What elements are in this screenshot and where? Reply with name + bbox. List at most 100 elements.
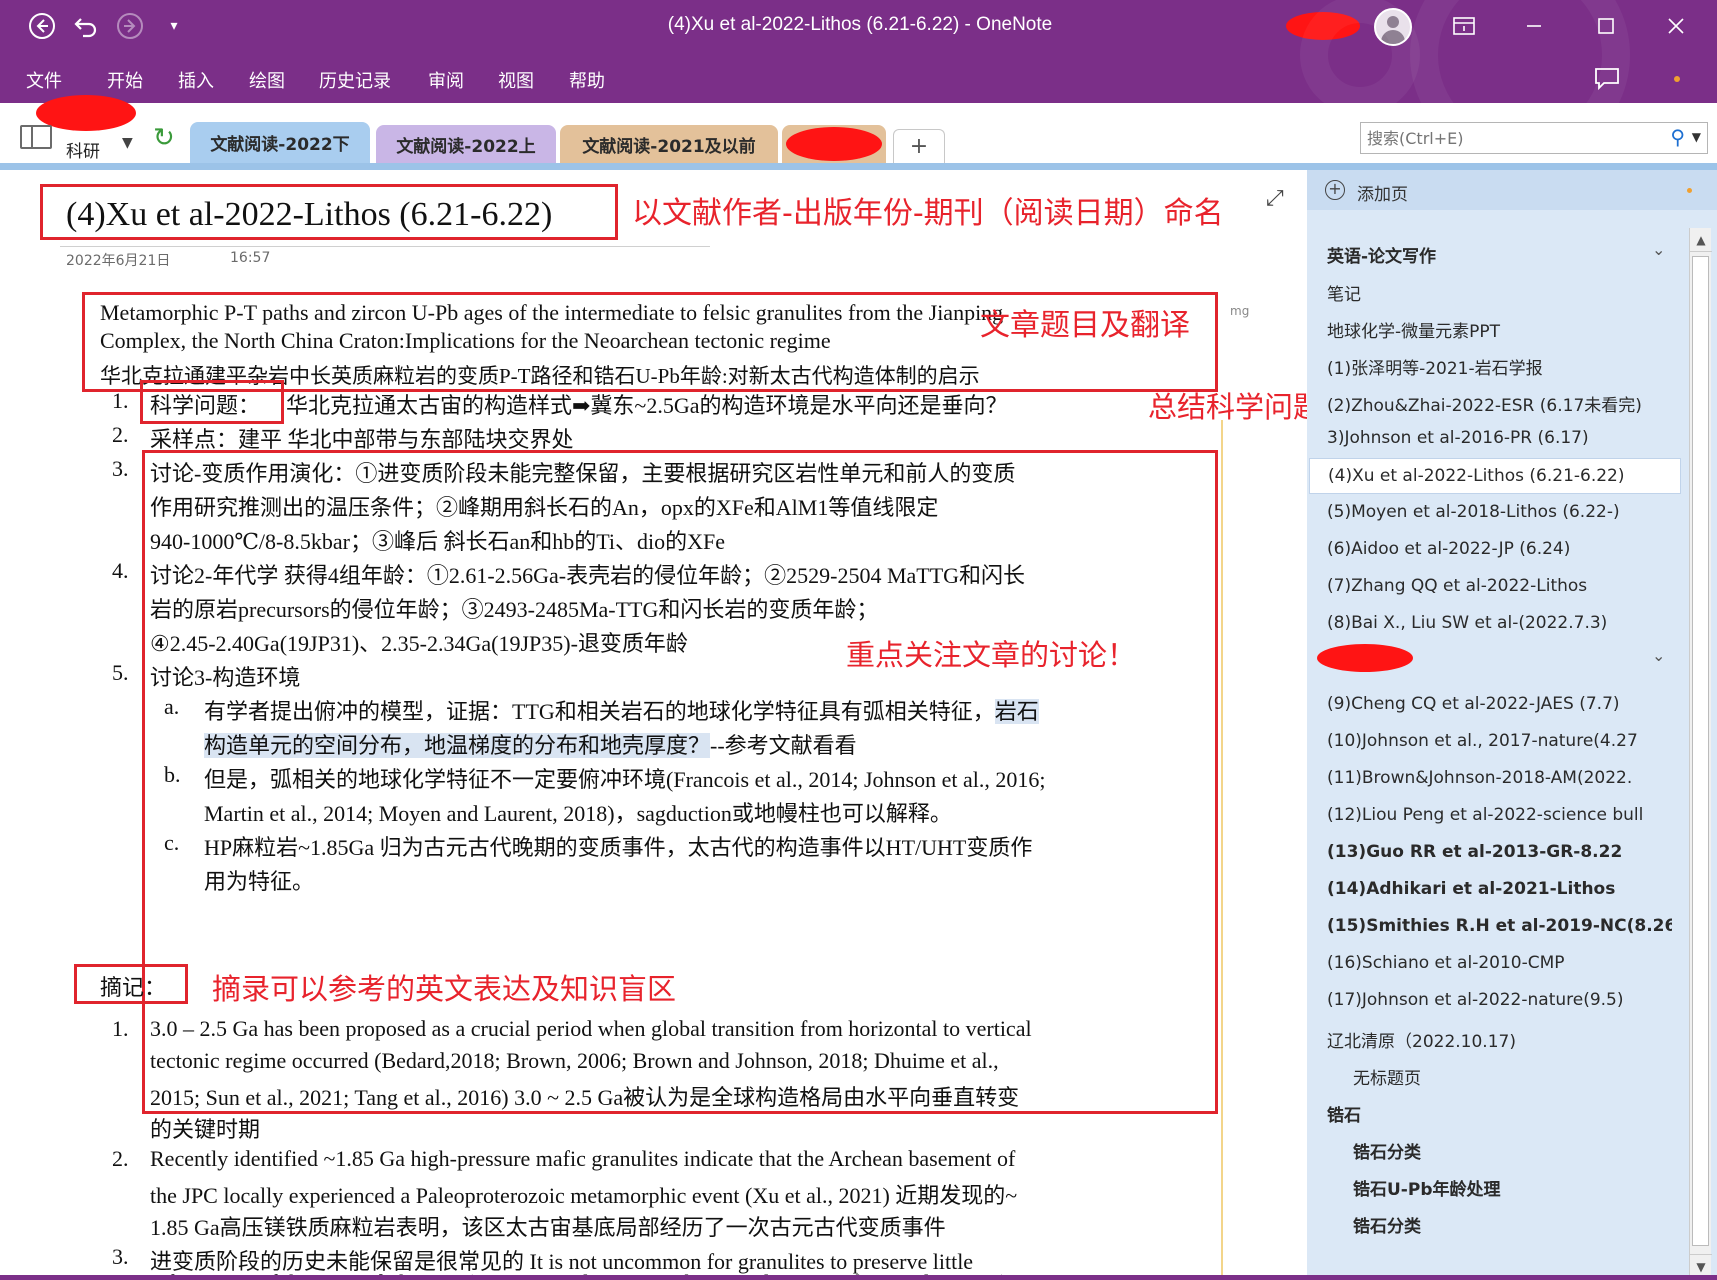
page-item[interactable]: 锆石 bbox=[1327, 1101, 1672, 1126]
item-question-label[interactable]: 科学问题： bbox=[150, 388, 260, 420]
page-list-scrollbar[interactable]: ▲ ▼ bbox=[1689, 228, 1712, 1278]
note-item[interactable]: 3.0 – 2.5 Ga has been proposed as a cruc… bbox=[150, 1016, 1032, 1042]
page-item[interactable]: (14)Adhikari et al-2021-Lithos bbox=[1327, 879, 1672, 899]
item-tectonic[interactable]: 讨论3-构造环境 bbox=[150, 660, 300, 692]
abstract-en-line[interactable]: Metamorphic P-T paths and zircon U-Pb ag… bbox=[100, 300, 1003, 326]
page-item[interactable]: (9)Cheng CQ et al-2022-JAES (7.7) bbox=[1327, 694, 1672, 714]
menu-review[interactable]: 审阅 bbox=[428, 67, 464, 93]
close-icon[interactable] bbox=[1654, 8, 1698, 44]
notebook-icon[interactable] bbox=[20, 125, 52, 149]
redacted-mark bbox=[1317, 644, 1413, 672]
scroll-up-icon[interactable]: ▲ bbox=[1690, 228, 1712, 252]
highlighted-text: 岩石 bbox=[994, 699, 1039, 724]
tab-section-hidden[interactable] bbox=[782, 125, 886, 163]
scroll-thumb[interactable] bbox=[1692, 256, 1709, 1246]
page-item[interactable]: 无标题页 bbox=[1353, 1064, 1698, 1089]
sub-item-b[interactable]: Martin et al., 2014; Moyen and Laurent, … bbox=[204, 796, 952, 828]
menu-draw[interactable]: 绘图 bbox=[249, 67, 285, 93]
note-item[interactable]: 2015; Sun et al., 2021; Tang et al., 201… bbox=[150, 1080, 1019, 1112]
page-item[interactable]: (15)Smithies R.H et al-2019-NC(8.26 bbox=[1327, 916, 1672, 936]
chevron-down-icon[interactable]: ⌄ bbox=[1652, 646, 1665, 665]
section-color-bar bbox=[0, 163, 1717, 170]
page-item[interactable]: (7)Zhang QQ et al-2022-Lithos bbox=[1327, 576, 1672, 596]
menu-file[interactable]: 文件 bbox=[26, 67, 62, 93]
highlighted-text: 构造单元的空间分布，地温梯度的分布和地壳厚度？ bbox=[204, 733, 711, 758]
sub-item-a[interactable]: 构造单元的空间分布，地温梯度的分布和地壳厚度？--参考文献看看 bbox=[204, 728, 857, 760]
item-question-text[interactable]: 华北克拉通太古宙的构造样式➡冀东~2.5Ga的构造环境是水平向还是垂向？ bbox=[286, 388, 1008, 420]
page-item[interactable]: 辽北清原（2022.10.17) bbox=[1327, 1027, 1672, 1052]
page-item[interactable]: 笔记 bbox=[1327, 280, 1672, 305]
page-title[interactable]: (4)Xu et al-2022-Lithos (6.21-6.22) bbox=[66, 196, 552, 234]
sub-item-a[interactable]: 有学者提出俯冲的模型，证据：TTG和相关岩石的地球化学特征具有弧相关特征，岩石 bbox=[204, 694, 1039, 726]
menu-help[interactable]: 帮助 bbox=[569, 67, 605, 93]
undo-icon[interactable] bbox=[70, 10, 102, 42]
menu-insert[interactable]: 插入 bbox=[178, 67, 214, 93]
tab-section-2021-earlier[interactable]: 文献阅读-2021及以前 bbox=[560, 125, 778, 163]
annotation-abstract: 文章题目及翻译 bbox=[980, 308, 1190, 343]
add-page-button[interactable]: + 添加页 bbox=[1307, 170, 1717, 210]
chevron-down-icon[interactable]: ▼ bbox=[1692, 130, 1701, 144]
note-item[interactable]: 1.85 Ga高压镁铁质麻粒岩表明，该区太古宙基底局部经历了一次古元古代变质事件 bbox=[150, 1210, 946, 1242]
page-item[interactable]: 英语-论文写作 bbox=[1327, 242, 1672, 267]
forward-icon[interactable] bbox=[114, 10, 146, 42]
search-box: ⚲ ▼ bbox=[1360, 122, 1708, 154]
page-canvas[interactable]: ⤢ (4)Xu et al-2022-Lithos (6.21-6.22) 以文… bbox=[0, 170, 1307, 1280]
page-item[interactable]: (17)Johnson et al-2022-nature(9.5) bbox=[1327, 990, 1672, 1010]
annotation-discussion: 重点关注文章的讨论！ bbox=[846, 638, 1137, 672]
menu-view[interactable]: 视图 bbox=[498, 67, 534, 93]
page-item[interactable]: (16)Schiano et al-2010-CMP bbox=[1327, 953, 1672, 973]
page-item[interactable]: (12)Liou Peng et al-2022-science bull bbox=[1327, 805, 1672, 825]
search-icon[interactable]: ⚲ bbox=[1670, 125, 1685, 149]
add-section-button[interactable]: + bbox=[893, 129, 945, 163]
item-geochronology[interactable]: 岩的原岩precursors的侵位年龄；③2493-2485Ma-TTG和闪长岩… bbox=[150, 592, 878, 624]
note-item[interactable]: tectonic regime occurred (Bedard,2018; B… bbox=[150, 1048, 999, 1074]
page-item[interactable]: (8)Bai X., Liu SW et al-(2022.7.3) bbox=[1327, 613, 1672, 633]
page-item[interactable]: (13)Guo RR et al-2013-GR-8.22 bbox=[1327, 842, 1672, 862]
note-item[interactable]: the JPC locally experienced a Paleoprote… bbox=[150, 1178, 1017, 1210]
menu-home[interactable]: 开始 bbox=[107, 67, 143, 93]
item-geochronology[interactable]: 讨论2-年代学 获得4组年龄：①2.61-2.56Ga-表壳岩的侵位年龄；②25… bbox=[150, 558, 1025, 590]
chevron-down-icon[interactable]: ⌄ bbox=[1652, 240, 1665, 259]
page-item[interactable]: 锆石U-Pb年龄处理 bbox=[1353, 1175, 1698, 1200]
notes-label[interactable]: 摘记： bbox=[100, 970, 166, 1002]
sub-item-b[interactable]: 但是，弧相关的地球化学特征不一定要俯冲环境(Francois et al., 2… bbox=[204, 762, 1045, 794]
comments-icon[interactable] bbox=[1594, 67, 1620, 95]
sync-icon[interactable]: ↻ bbox=[153, 123, 175, 153]
back-icon[interactable] bbox=[26, 10, 58, 42]
page-item[interactable]: 地球化学-微量元素PPT bbox=[1327, 317, 1672, 342]
page-item[interactable]: (2)Zhou&Zhai-2022-ESR (6.17未看完) bbox=[1327, 391, 1672, 416]
page-item[interactable]: 锆石分类 bbox=[1353, 1138, 1698, 1163]
sub-item-c[interactable]: HP麻粒岩~1.85Ga 归为古元古代晚期的变质事件，太古代的构造事件以HT/U… bbox=[204, 830, 1032, 862]
tab-section-2022-h2[interactable]: 文献阅读-2022下 bbox=[190, 122, 370, 163]
menu-bar: 文件 开始 插入 绘图 历史记录 审阅 视图 帮助 bbox=[0, 0, 1717, 165]
item-metamorphism[interactable]: 作用研究推测出的温压条件；②峰期用斜长石的An，opx的XFe和AlM1等值线限… bbox=[150, 490, 938, 522]
notebook-name[interactable]: 科研 bbox=[66, 137, 100, 162]
tab-section-2022-h1[interactable]: 文献阅读-2022上 bbox=[376, 125, 556, 163]
page-item[interactable]: 3)Johnson et al-2016-PR (6.17) bbox=[1327, 428, 1672, 448]
expand-icon[interactable]: ⤢ bbox=[1266, 186, 1284, 211]
page-item[interactable]: (6)Aidoo et al-2022-JP (6.24) bbox=[1327, 539, 1672, 559]
search-input[interactable] bbox=[1367, 127, 1647, 149]
page-item[interactable]: (5)Moyen et al-2018-Lithos (6.22-) bbox=[1327, 502, 1672, 522]
page-item[interactable]: (11)Brown&Johnson-2018-AM(2022. bbox=[1327, 768, 1672, 788]
item-geochronology[interactable]: ④2.45-2.40Ga(19JP31)、2.35-2.34Ga(19JP35)… bbox=[150, 626, 688, 658]
menu-history[interactable]: 历史记录 bbox=[319, 67, 391, 93]
chevron-down-icon[interactable]: ▼ bbox=[122, 135, 133, 151]
customize-icon[interactable]: ▾ bbox=[158, 10, 190, 42]
window-title: (4)Xu et al-2022-Lithos (6.21-6.22) - On… bbox=[667, 14, 1053, 35]
note-item[interactable]: 的关键时期 bbox=[150, 1112, 260, 1144]
page-item[interactable]: 锆石分类 bbox=[1353, 1212, 1698, 1237]
note-item[interactable]: Recently identified ~1.85 Ga high-pressu… bbox=[150, 1146, 1015, 1172]
page-item-selected[interactable]: (4)Xu et al-2022-Lithos (6.21-6.22) bbox=[1309, 458, 1681, 494]
page-item[interactable]: (1)张泽明等-2021-岩石学报 bbox=[1327, 354, 1672, 379]
ink-mark: mg bbox=[1230, 304, 1250, 318]
abstract-en-line[interactable]: Complex, the North China Craton:Implicat… bbox=[100, 328, 831, 354]
item-metamorphism[interactable]: 940-1000℃/8-8.5kbar；③峰后 斜长石an和hb的Ti、dio的… bbox=[150, 524, 725, 556]
item-metamorphism[interactable]: 讨论-变质作用演化：①进变质阶段未能完整保留，主要根据研究区岩性单元和前人的变质 bbox=[150, 456, 1015, 488]
page-item[interactable]: (10)Johnson et al., 2017-nature(4.27 bbox=[1327, 731, 1672, 751]
section-tab-row: 科研 ▼ ↻ 文献阅读-2022下 文献阅读-2022上 文献阅读-2021及以… bbox=[0, 95, 1717, 163]
sub-item-c[interactable]: 用为特征。 bbox=[204, 864, 314, 896]
page-time: 16:57 bbox=[230, 250, 271, 266]
page-list-pane: + 添加页 英语-论文写作 ⌄ 笔记 地球化学-微量元素PPT (1)张泽明等-… bbox=[1307, 170, 1717, 1280]
annotation-notes: 摘录可以参考的英文表达及知识盲区 bbox=[212, 972, 677, 1006]
